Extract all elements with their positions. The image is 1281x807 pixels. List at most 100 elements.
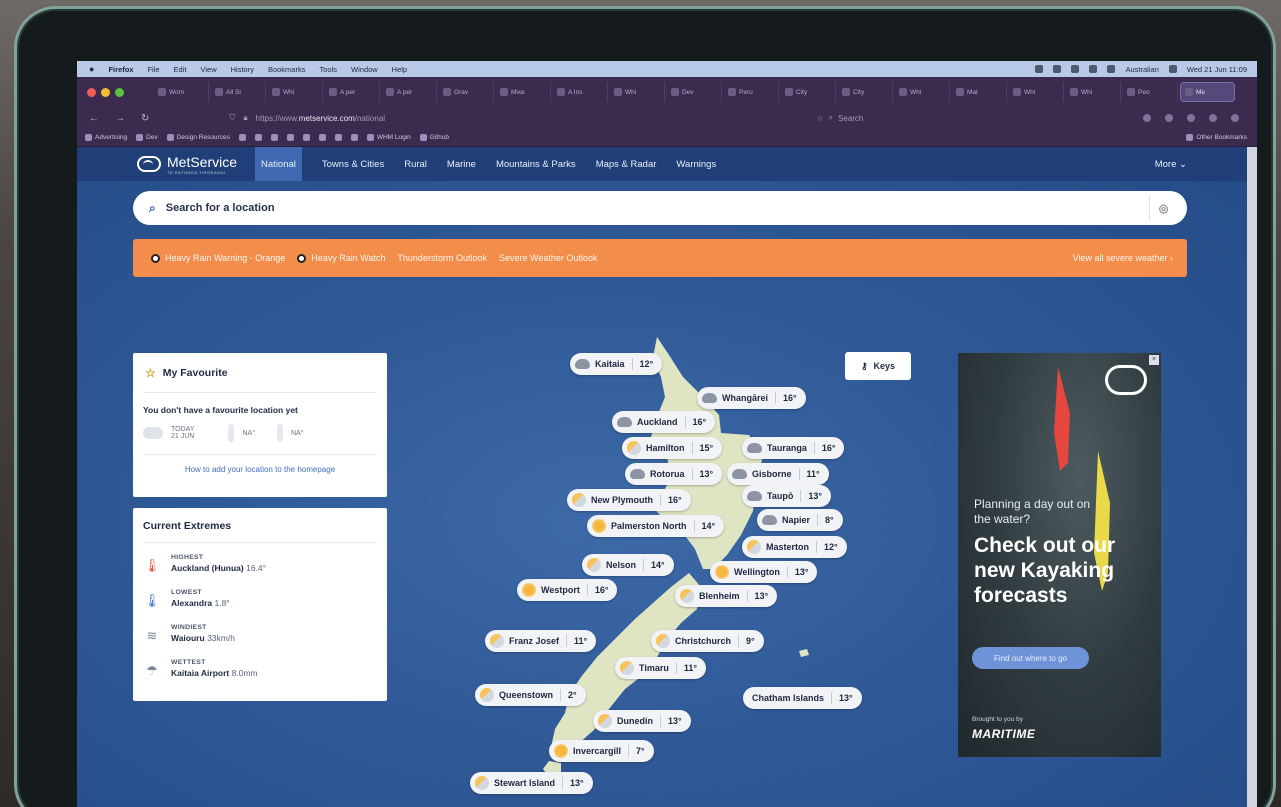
browser-tab[interactable]: Whi [895,82,950,102]
menu-window[interactable]: Window [351,65,378,74]
browser-tab[interactable]: City [838,82,893,102]
menu-app-name[interactable]: Firefox [108,65,133,74]
search-field[interactable]: ☆ ⌕ Search [816,113,869,123]
menu-tools[interactable]: Tools [319,65,337,74]
kayaking-advertisement[interactable]: × Planning a day out on the water? Check… [958,353,1161,757]
browser-tab[interactable]: Whi [1009,82,1064,102]
city-pill-hamilton[interactable]: Hamilton 15° [622,437,723,459]
nav-towns-cities[interactable]: Towns & Cities [322,159,384,170]
location-search-input[interactable]: ⌕ Search for a location ◎ [133,191,1187,225]
city-pill-tauranga[interactable]: Tauranga 16° [742,437,845,459]
bookmark-icon[interactable] [286,134,294,141]
menu-help[interactable]: Help [392,65,407,74]
city-pill-napier[interactable]: Napier 8° [757,509,843,531]
browser-tab[interactable]: Whi [1066,82,1121,102]
browser-tab[interactable]: Me [1180,82,1235,102]
status-icon[interactable] [1035,65,1044,73]
city-pill-christchurch[interactable]: Christchurch 9° [651,630,764,652]
city-pill-new-plymouth[interactable]: New Plymouth 16° [567,489,691,511]
bookmark-item[interactable]: Github [419,134,449,141]
menu-edit[interactable]: Edit [174,65,187,74]
city-pill-kaitaia[interactable]: Kaitaia 12° [570,353,663,375]
browser-tab[interactable]: Peru [724,82,779,102]
ad-cta-button[interactable]: Find out where to go [972,647,1089,669]
menu-bookmarks[interactable]: Bookmarks [268,65,306,74]
warning-heavy-rain-orange[interactable]: Heavy Rain Warning - Orange [151,253,285,263]
city-pill-whang-rei[interactable]: Whangārei 16° [697,387,806,409]
city-pill-stewart-island[interactable]: Stewart Island 13° [470,772,593,794]
bookmark-item[interactable]: Design Resources [166,134,230,141]
bookmark-star-icon[interactable]: ☆ [816,114,823,123]
city-pill-queenstown[interactable]: Queenstown 2° [475,684,586,706]
bookmark-item[interactable]: Advertising [85,134,127,141]
browser-tab[interactable]: All Si [211,82,266,102]
input-source[interactable]: Australian [1125,65,1158,74]
status-icon[interactable] [1071,65,1080,73]
nav-national[interactable]: National [255,147,302,181]
severe-weather-outlook[interactable]: Severe Weather Outlook [499,253,597,263]
forward-icon[interactable]: → [115,113,125,124]
minimize-window-button[interactable] [101,87,110,97]
bookmark-icon[interactable] [270,134,278,141]
browser-tab[interactable]: Mat [952,82,1007,102]
nav-more[interactable]: More ⌄ [1155,159,1187,170]
browser-tab[interactable]: City [781,82,836,102]
menu-view[interactable]: View [200,65,216,74]
menu-history[interactable]: History [231,65,254,74]
watch-heavy-rain[interactable]: Heavy Rain Watch [297,253,385,263]
locate-icon[interactable]: ◎ [1149,196,1177,220]
bookmark-item[interactable]: Dev [136,134,158,141]
shield-icon[interactable]: ⛉ [229,113,235,123]
clock[interactable]: Wed 21 Jun 11:09 [1187,65,1247,74]
metservice-logo[interactable]: MetService TE RATONGA TIRORANGI [137,154,237,175]
browser-tab[interactable]: Mixe [496,82,551,102]
nav-mountains-parks[interactable]: Mountains & Parks [496,159,576,170]
menu-icon[interactable] [1231,114,1239,122]
bookmark-icon[interactable] [238,134,246,141]
nav-maps-radar[interactable]: Maps & Radar [596,159,657,170]
how-to-add-location-link[interactable]: How to add your location to the homepage [133,455,387,474]
city-pill-wellington[interactable]: Wellington 13° [710,561,818,583]
extension-icon[interactable] [1165,114,1173,122]
menu-file[interactable]: File [147,65,159,74]
extension-icon[interactable] [1143,114,1151,122]
browser-tab[interactable]: Dev [667,82,722,102]
city-pill-auckland[interactable]: Auckland 16° [612,411,716,433]
city-pill-taup-[interactable]: Taupō 13° [742,485,831,507]
battery-icon[interactable] [1107,65,1116,73]
wifi-icon[interactable] [1089,65,1098,73]
nav-rural[interactable]: Rural [404,159,427,170]
close-window-button[interactable] [87,87,96,97]
address-bar[interactable]: ⛉ 🔒︎ https://www.metservice.com/national… [229,110,869,126]
city-pill-franz-josef[interactable]: Franz Josef 11° [485,630,597,652]
browser-tab[interactable]: Wom [154,82,209,102]
back-icon[interactable]: ← [89,113,99,124]
bookmark-icon[interactable] [350,134,358,141]
ad-close-icon[interactable]: × [1149,355,1159,365]
city-pill-timaru[interactable]: Timaru 11° [615,657,706,679]
nav-marine[interactable]: Marine [447,159,476,170]
city-pill-chatham-islands[interactable]: Chatham Islands 13° [743,687,862,709]
browser-tab[interactable]: Peo [1123,82,1178,102]
browser-tab[interactable]: Grav [439,82,494,102]
city-pill-gisborne[interactable]: Gisborne 11° [727,463,829,485]
city-pill-palmerston-north[interactable]: Palmerston North 14° [587,515,725,537]
extension-icon[interactable] [1209,114,1217,122]
city-pill-dunedin[interactable]: Dunedin 13° [593,710,691,732]
zoom-window-button[interactable] [115,87,124,97]
other-bookmarks[interactable]: Other Bookmarks [1186,134,1257,141]
view-all-severe-weather-link[interactable]: View all severe weather › [1073,253,1173,263]
bookmark-icon[interactable] [318,134,326,141]
map-keys-button[interactable]: ⚷ Keys [845,352,911,380]
bookmark-item[interactable]: WHM Login [366,134,411,141]
apple-icon[interactable]: ● [89,64,94,74]
bookmark-icon[interactable] [334,134,342,141]
browser-tab[interactable]: A per [382,82,437,102]
city-pill-invercargill[interactable]: Invercargill 7° [549,740,654,762]
city-pill-westport[interactable]: Westport 16° [517,579,618,601]
city-pill-blenheim[interactable]: Blenheim 13° [675,585,778,607]
city-pill-rotorua[interactable]: Rotorua 13° [625,463,723,485]
browser-tab[interactable]: A Ins [553,82,608,102]
extension-icon[interactable] [1187,114,1195,122]
thunderstorm-outlook[interactable]: Thunderstorm Outlook [397,253,487,263]
